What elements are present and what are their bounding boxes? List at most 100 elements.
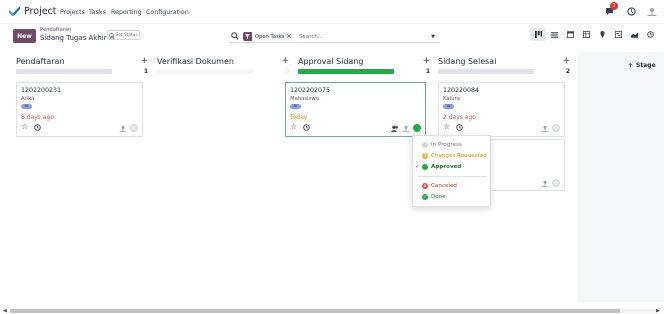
clock-icon[interactable] — [34, 124, 41, 131]
card-deadline: 8 days ago — [21, 114, 54, 121]
status-dot[interactable] — [413, 124, 421, 132]
horizontal-scrollbar[interactable]: ◀ ▶ — [0, 307, 664, 314]
set-status-button[interactable]: Set Status — [107, 30, 140, 40]
card-deadline: 2 days ago — [443, 114, 476, 121]
card-actions — [541, 124, 560, 132]
filter-icon — [243, 32, 252, 41]
facet-label: Open Tasks — [255, 33, 285, 40]
card-tag: SI — [21, 104, 32, 109]
list-view-button[interactable] — [546, 28, 562, 41]
menu-reporting[interactable]: Reporting — [111, 9, 142, 16]
followers-icon[interactable] — [391, 125, 399, 132]
clock-icon — [109, 32, 115, 38]
quick-create-plus-icon[interactable]: + — [562, 56, 570, 66]
star-icon[interactable]: ☆ — [21, 122, 28, 132]
card-student-name: Atika — [21, 96, 35, 102]
status-option-changes-requested[interactable]: ! Changes Requested — [413, 151, 492, 161]
star-icon[interactable]: ☆ — [290, 122, 297, 132]
search-facet: Open Tasks ✕ — [243, 32, 294, 41]
activity-view-button[interactable] — [642, 28, 658, 41]
scrollbar-thumb[interactable] — [10, 309, 620, 313]
graph-view-button[interactable] — [626, 28, 642, 41]
add-stage-column — [578, 52, 664, 302]
exclamation-icon: ! — [422, 153, 428, 159]
column-progress-bar[interactable] — [157, 69, 253, 74]
status-option-label: Changes Requested — [431, 153, 487, 159]
search-options-toggle-icon[interactable]: ▼ — [431, 34, 435, 40]
kanban-card[interactable]: 1202202075 Mahasiswa SI Today ☆ — [285, 82, 426, 137]
status-dropdown-menu: In Progress ! Changes Requested ✓ Approv… — [412, 135, 491, 207]
column-title[interactable]: Sidang Selesai — [438, 57, 496, 66]
user-menu-button[interactable] — [646, 5, 658, 17]
column-title[interactable]: Verifikasi Dokumen — [157, 57, 234, 66]
card-reference: 1202202075 — [290, 87, 331, 94]
new-button[interactable]: New — [13, 29, 36, 43]
column-header: Approval Sidang + — [298, 56, 430, 67]
breadcrumb-parent[interactable]: Pendaftaran — [40, 27, 71, 33]
scroll-left-icon[interactable]: ◀ — [3, 308, 7, 314]
remove-facet-icon[interactable]: ✕ — [286, 33, 293, 40]
quick-create-plus-icon[interactable]: + — [422, 56, 430, 66]
kanban-card[interactable]: 120220084 Kalura SI 2 days ago ☆ — [438, 82, 565, 137]
notification-badge: 2 — [610, 2, 618, 10]
add-stage-button[interactable]: + Stage — [628, 62, 656, 69]
user-avatar-icon — [647, 7, 657, 16]
activity-button[interactable] — [625, 5, 637, 17]
menu-tasks[interactable]: Tasks — [89, 9, 106, 16]
breadcrumb-current-label: Sidang Tugas Akhir — [40, 34, 107, 42]
quick-create-plus-icon[interactable]: + — [140, 56, 148, 66]
status-option-label: Approved — [431, 164, 462, 170]
list-icon — [550, 31, 558, 38]
status-option-label: In Progress — [431, 142, 462, 148]
status-option-canceled[interactable]: × Canceled — [413, 181, 492, 191]
kanban-card[interactable]: 1202200231 Atika SI 8 days ago ☆ — [16, 82, 143, 137]
calendar-view-button[interactable] — [562, 28, 578, 41]
user-avatar-icon[interactable] — [541, 180, 549, 187]
menu-configuration[interactable]: Configuration — [146, 9, 189, 16]
pivot-view-button[interactable] — [578, 28, 594, 41]
clock-icon — [646, 31, 654, 38]
menu-projects[interactable]: Projects — [60, 9, 85, 16]
status-dot[interactable] — [552, 124, 560, 132]
scroll-right-icon[interactable]: ▶ — [656, 308, 660, 314]
clock-icon[interactable] — [303, 124, 310, 131]
card-deadline: Today — [290, 114, 308, 121]
app-logo-icon[interactable] — [9, 7, 20, 16]
star-icon[interactable]: ☆ — [443, 122, 450, 132]
clock-icon[interactable] — [456, 124, 463, 131]
column-progress-bar[interactable] — [16, 69, 112, 74]
column-title[interactable]: Pendaftaran — [16, 57, 65, 66]
status-option-done[interactable]: ✓ Done — [413, 192, 492, 202]
card-actions — [541, 179, 560, 187]
search-bar: Open Tasks ✕ ▼ — [229, 31, 440, 43]
status-dot[interactable] — [130, 124, 138, 132]
card-reference: 1202200231 — [21, 87, 62, 94]
gantt-icon — [614, 31, 622, 38]
column-progress-bar[interactable] — [298, 69, 394, 74]
user-avatar-icon[interactable] — [119, 125, 127, 132]
set-status-label: Set Status — [115, 32, 138, 38]
status-option-in-progress[interactable]: In Progress — [413, 140, 492, 150]
status-dot[interactable] — [552, 179, 560, 187]
gantt-view-button[interactable] — [610, 28, 626, 41]
kanban-board: + Stage Pendaftaran + 1 1202200231 Atika… — [0, 52, 664, 302]
column-header: Verifikasi Dokumen + — [157, 56, 289, 67]
view-switcher — [530, 28, 658, 41]
breadcrumb-current: Sidang Tugas Akhir ⚙ — [40, 34, 115, 42]
app-name[interactable]: Project — [24, 6, 57, 17]
user-avatar-icon[interactable] — [402, 125, 410, 132]
quick-create-plus-icon[interactable]: + — [281, 56, 289, 66]
map-pin-icon — [599, 31, 605, 38]
search-icon[interactable] — [231, 32, 239, 40]
column-title[interactable]: Approval Sidang — [298, 57, 363, 66]
status-option-approved[interactable]: ✓ Approved — [413, 162, 492, 172]
column-count: 2 — [565, 68, 570, 75]
user-avatar-icon[interactable] — [541, 125, 549, 132]
column-progress-bar[interactable] — [438, 69, 534, 74]
kanban-view-button[interactable] — [530, 28, 546, 41]
messaging-button[interactable]: 2 — [604, 2, 618, 17]
status-circle-icon — [422, 164, 428, 170]
search-input[interactable] — [299, 32, 419, 41]
map-view-button[interactable] — [594, 28, 610, 41]
systray: 2 — [604, 2, 658, 17]
